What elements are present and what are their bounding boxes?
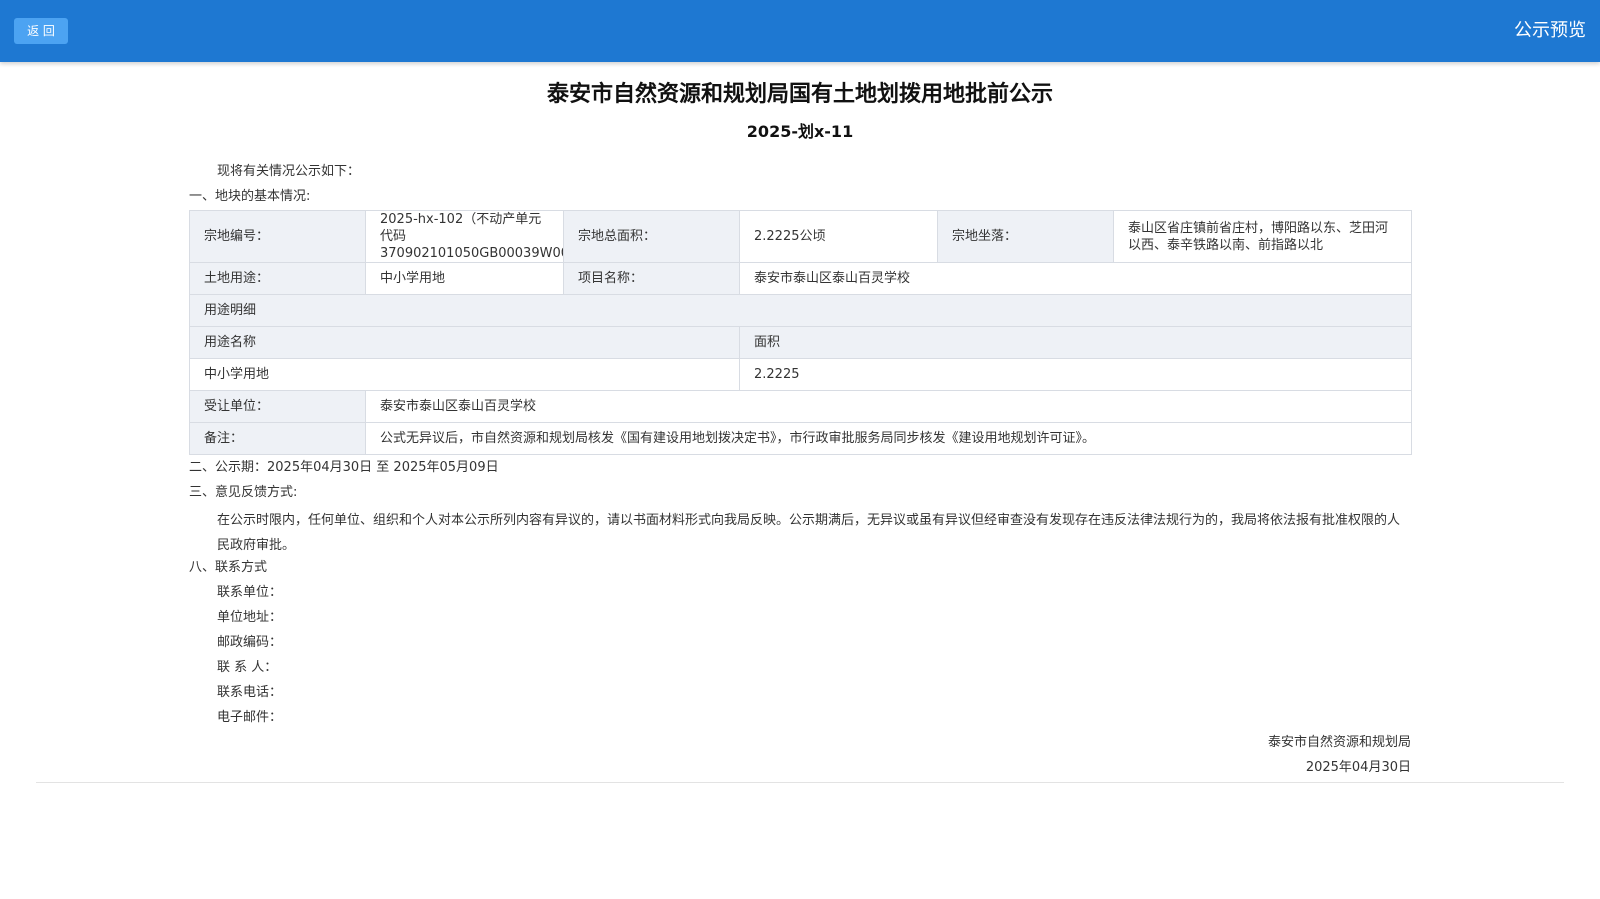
use-name-header: 用途名称 — [189, 326, 740, 359]
table-row: 宗地编号： 2025-hx-102（不动产单元代码370902101050GB0… — [189, 210, 1412, 263]
table-row: 用途名称 面积 — [189, 326, 1412, 359]
signature-date: 2025年04月30日 — [1305, 760, 1411, 775]
bottom-divider — [36, 782, 1564, 783]
top-header-bar: 返 回 公示预览 — [0, 0, 1600, 62]
location-value: 泰山区省庄镇前省庄村，博阳路以东、芝田河以西、泰辛铁路以南、前指路以北 — [1113, 210, 1412, 263]
intro-text: 现将有关情况公示如下： — [217, 164, 361, 179]
project-value: 泰安市泰山区泰山百灵学校 — [739, 262, 1412, 295]
remark-label: 备注： — [189, 422, 366, 455]
contact-email-label: 电子邮件： — [217, 710, 283, 725]
contact-person-label: 联 系 人： — [217, 660, 278, 675]
table-row: 中小学用地 2.2225 — [189, 358, 1412, 391]
land-use-value: 中小学用地 — [365, 262, 564, 295]
document-title: 泰安市自然资源和规划局国有土地划拨用地批前公示 — [546, 82, 1053, 107]
table-row: 受让单位： 泰安市泰山区泰山百灵学校 — [189, 390, 1412, 423]
contact-address-label: 单位地址： — [217, 610, 283, 625]
section-3-heading: 三、意见反馈方式: — [189, 485, 298, 500]
table-row: 备注： 公式无异议后，市自然资源和规划局核发《国有建设用地划拨决定书》，市行政审… — [189, 422, 1412, 455]
project-label: 项目名称： — [563, 262, 740, 295]
feedback-paragraph: 在公示时限内，任何单位、组织和个人对本公示所列内容有异议的，请以书面材料形式向我… — [217, 513, 1401, 553]
contact-postcode-label: 邮政编码： — [217, 635, 283, 650]
document-number: 2025-划x-11 — [746, 122, 854, 141]
header-title: 公示预览 — [1514, 20, 1586, 41]
land-use-label: 土地用途： — [189, 262, 366, 295]
contact-phone-label: 联系电话： — [217, 685, 283, 700]
section-8-heading: 八、联系方式 — [189, 560, 268, 575]
total-area-label: 宗地总面积： — [563, 210, 740, 263]
table-row: 土地用途： 中小学用地 项目名称： 泰安市泰山区泰山百灵学校 — [189, 262, 1412, 295]
assignee-value: 泰安市泰山区泰山百灵学校 — [365, 390, 1412, 423]
section-1-heading: 一、地块的基本情况: — [189, 189, 311, 204]
use-detail-heading: 用途明细 — [189, 294, 1412, 327]
area-header: 面积 — [739, 326, 1412, 359]
use-name-cell: 中小学用地 — [189, 358, 740, 391]
parcel-info-table: 宗地编号： 2025-hx-102（不动产单元代码370902101050GB0… — [189, 210, 1412, 455]
table-row: 用途明细 — [189, 294, 1412, 327]
location-label: 宗地坐落： — [937, 210, 1114, 263]
assignee-label: 受让单位： — [189, 390, 366, 423]
signature-organization: 泰安市自然资源和规划局 — [1267, 735, 1411, 750]
remark-value: 公式无异议后，市自然资源和规划局核发《国有建设用地划拨决定书》，市行政审批服务局… — [365, 422, 1412, 455]
back-button[interactable]: 返 回 — [14, 18, 68, 44]
parcel-no-value: 2025-hx-102（不动产单元代码370902101050GB00039W0… — [365, 210, 564, 263]
parcel-no-label: 宗地编号： — [189, 210, 366, 263]
use-area-cell: 2.2225 — [739, 358, 1412, 391]
section-2-publicity-period: 二、公示期：2025年04月30日 至 2025年05月09日 — [189, 460, 499, 475]
contact-unit-label: 联系单位： — [217, 585, 283, 600]
total-area-value: 2.2225公顷 — [739, 210, 938, 263]
